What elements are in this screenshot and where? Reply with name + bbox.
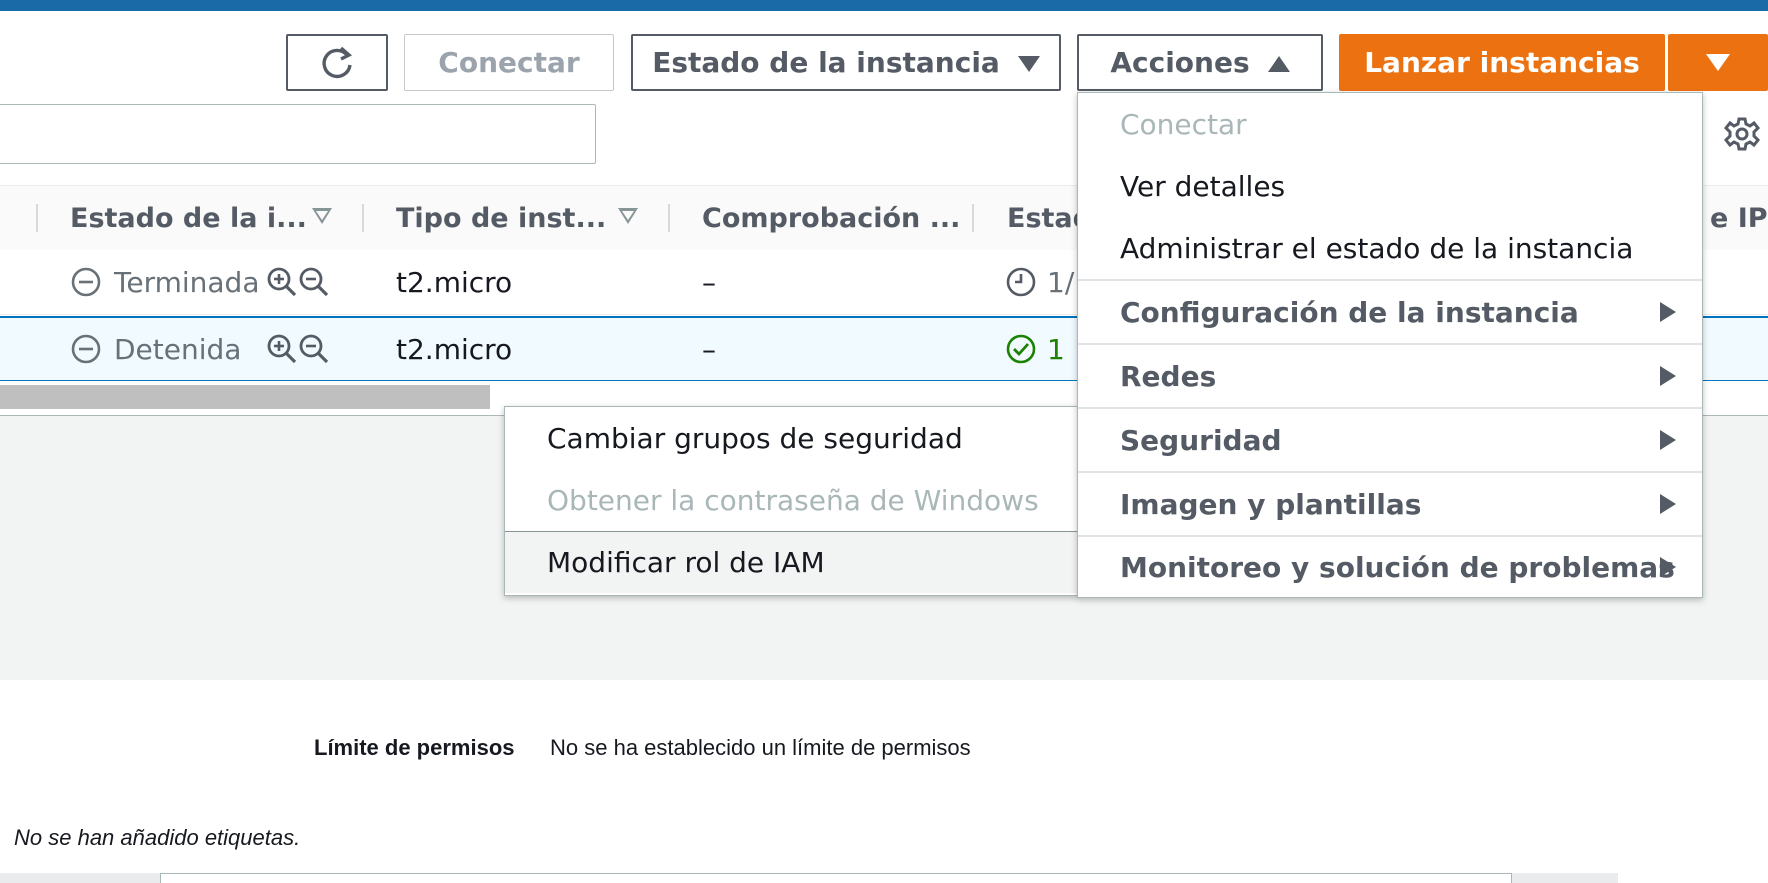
status-cell: 1	[1005, 318, 1065, 380]
menu-item-networking[interactable]: Redes	[1078, 345, 1702, 407]
zoom-icons	[266, 318, 330, 380]
gear-icon[interactable]	[1722, 114, 1762, 154]
sort-icon[interactable]	[618, 208, 638, 224]
connect-button[interactable]: Conectar	[404, 34, 614, 91]
type-cell: t2.micro	[396, 265, 513, 299]
caret-down-icon	[1706, 54, 1730, 71]
column-header-check[interactable]: Comprobación ...	[702, 186, 960, 250]
refresh-icon	[322, 46, 353, 78]
actions-button[interactable]: Acciones	[1077, 34, 1323, 91]
permissions-boundary-label: Límite de permisos	[314, 735, 515, 760]
menu-item-modify-iam-role[interactable]: Modificar rol de IAM	[505, 531, 1077, 593]
zoom-in-icon[interactable]	[266, 333, 298, 365]
menu-item-connect[interactable]: Conectar	[1078, 93, 1702, 155]
security-submenu: Cambiar grupos de seguridad Obtener la c…	[504, 406, 1078, 596]
submenu-arrow-icon	[1660, 366, 1676, 386]
connect-label: Conectar	[438, 46, 580, 79]
column-header-label: Comprobación ...	[702, 202, 961, 234]
menu-item-label: Redes	[1120, 359, 1217, 393]
menu-item-manage-instance-state[interactable]: Administrar el estado de la instancia	[1078, 217, 1702, 279]
submenu-arrow-icon	[1660, 494, 1676, 514]
search-input[interactable]	[0, 104, 596, 164]
state-cell: Terminada	[70, 250, 259, 314]
top-accent-bar	[0, 0, 1768, 11]
menu-item-label: Configuración de la instancia	[1120, 295, 1579, 329]
actions-dropdown-menu: Conectar Ver detalles Administrar el est…	[1077, 92, 1703, 598]
stopped-state-icon	[71, 334, 101, 364]
sort-icon[interactable]	[312, 208, 332, 224]
actions-label: Acciones	[1110, 46, 1250, 79]
menu-item-label: Imagen y plantillas	[1120, 487, 1422, 521]
menu-item-instance-settings[interactable]: Configuración de la instancia	[1078, 281, 1702, 343]
launch-dropdown-button[interactable]	[1668, 34, 1768, 91]
zoom-icons	[266, 250, 330, 314]
menu-item-label: Monitoreo y solución de problemas	[1120, 550, 1675, 584]
menu-item-get-windows-password[interactable]: Obtener la contraseña de Windows	[505, 469, 1077, 531]
submenu-arrow-icon	[1660, 557, 1676, 577]
status-cell: 1/	[1005, 250, 1074, 314]
column-header-type[interactable]: Tipo de inst...	[396, 186, 606, 250]
zoom-out-icon[interactable]	[298, 266, 330, 298]
clock-icon	[1006, 267, 1036, 297]
status-label: 1/	[1047, 265, 1075, 299]
type-cell: t2.micro	[396, 332, 513, 366]
caret-down-icon	[1017, 46, 1040, 79]
zoom-out-icon[interactable]	[298, 333, 330, 365]
menu-item-monitoring-troubleshooting[interactable]: Monitoreo y solución de problemas	[1078, 537, 1702, 597]
caret-up-icon	[1267, 46, 1290, 79]
bottom-panel-input[interactable]	[160, 873, 1512, 883]
permissions-boundary-value: No se ha establecido un límite de permis…	[550, 735, 971, 760]
submenu-arrow-icon	[1660, 430, 1676, 450]
column-separator	[668, 204, 670, 232]
submenu-arrow-icon	[1660, 302, 1676, 322]
column-separator	[36, 204, 38, 232]
menu-item-security[interactable]: Seguridad	[1078, 409, 1702, 471]
menu-item-label: Seguridad	[1120, 423, 1282, 457]
column-header-label: Estado de la i...	[70, 202, 307, 234]
check-circle-icon	[1006, 334, 1036, 364]
instance-state-label: Estado de la instancia	[652, 46, 1000, 79]
refresh-button[interactable]	[286, 34, 388, 91]
state-cell: Detenida	[70, 318, 241, 380]
state-label: Terminada	[114, 265, 260, 299]
tags-empty-message: No se han añadido etiquetas.	[14, 825, 301, 850]
check-cell: –	[702, 332, 716, 366]
status-label: 1	[1047, 332, 1065, 366]
menu-item-view-details[interactable]: Ver detalles	[1078, 155, 1702, 217]
menu-item-image-templates[interactable]: Imagen y plantillas	[1078, 473, 1702, 535]
column-header-ipv4[interactable]: e IPv4	[1710, 186, 1768, 250]
column-header-state[interactable]: Estado de la i...	[70, 186, 307, 250]
column-separator	[972, 204, 974, 232]
column-header-label: Tipo de inst...	[396, 202, 607, 234]
column-separator	[362, 204, 364, 232]
menu-item-change-security-groups[interactable]: Cambiar grupos de seguridad	[505, 407, 1077, 469]
check-cell: –	[702, 265, 716, 299]
stopped-state-icon	[71, 267, 101, 297]
column-header-label: e IPv4	[1710, 202, 1768, 234]
zoom-in-icon[interactable]	[266, 266, 298, 298]
scrollbar-thumb[interactable]	[0, 385, 490, 409]
launch-instances-label: Lanzar instancias	[1364, 46, 1640, 79]
instance-state-button[interactable]: Estado de la instancia	[631, 34, 1061, 91]
state-label: Detenida	[114, 332, 242, 366]
launch-instances-button[interactable]: Lanzar instancias	[1339, 34, 1665, 91]
